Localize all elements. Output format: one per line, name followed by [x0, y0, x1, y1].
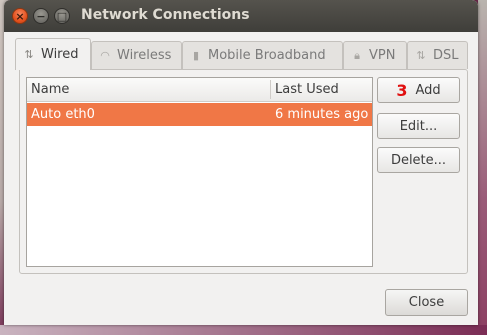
tab-label: Mobile Broadband [208, 48, 326, 63]
tab-label: Wired [41, 47, 79, 62]
dsl-icon: ⇅ [416, 49, 426, 62]
mobile-broadband-icon: ▮ [192, 49, 200, 62]
close-button[interactable]: Close [385, 289, 468, 316]
delete-button[interactable]: Delete... [377, 147, 460, 173]
add-button-label: Add [415, 82, 441, 98]
delete-button-label: Delete... [390, 152, 447, 168]
connection-name: Auto eth0 [31, 107, 95, 122]
tab-label: Wireless [117, 48, 172, 63]
connections-list[interactable]: Name Last Used Auto eth0 6 minutes ago [26, 77, 373, 267]
title-bar[interactable]: × − □ Network Connections [4, 0, 478, 32]
vpn-lock-icon: 🔒︎ [354, 48, 360, 62]
desktop-background-bottom [0, 325, 487, 335]
window-title: Network Connections [81, 7, 250, 23]
close-button-label: Close [408, 295, 445, 310]
column-divider[interactable] [270, 80, 271, 99]
tab-vpn[interactable]: 🔒︎ VPN [343, 41, 407, 69]
tab-dsl[interactable]: ⇅ DSL [407, 41, 468, 69]
desktop-background-right [478, 0, 487, 335]
column-header-name[interactable]: Name [31, 82, 69, 97]
edit-button-label: Edit... [399, 118, 438, 134]
list-item[interactable]: Auto eth0 6 minutes ago [27, 103, 372, 126]
close-window-icon[interactable]: × [12, 8, 28, 24]
column-header-last-used[interactable]: Last Used [275, 82, 339, 97]
list-header: Name Last Used [27, 78, 372, 102]
tab-label: DSL [433, 48, 459, 63]
add-badge: 3 [396, 80, 408, 100]
tab-wireless[interactable]: ◠ Wireless [91, 41, 182, 69]
add-button[interactable]: 3 Add [377, 77, 460, 103]
wired-icon: ⇅ [24, 48, 34, 61]
network-connections-window: × − □ Network Connections ⇅ Wired ◠ Wire… [4, 0, 478, 325]
tab-mobile-broadband[interactable]: ▮ Mobile Broadband [182, 41, 343, 69]
tab-wired[interactable]: ⇅ Wired [15, 38, 91, 70]
wireless-icon: ◠ [100, 49, 110, 62]
edit-button[interactable]: Edit... [377, 113, 460, 139]
connection-last-used: 6 minutes ago [275, 107, 369, 122]
maximize-window-icon[interactable]: □ [54, 8, 70, 24]
tab-label: VPN [369, 48, 396, 63]
minimize-window-icon[interactable]: − [33, 8, 49, 24]
